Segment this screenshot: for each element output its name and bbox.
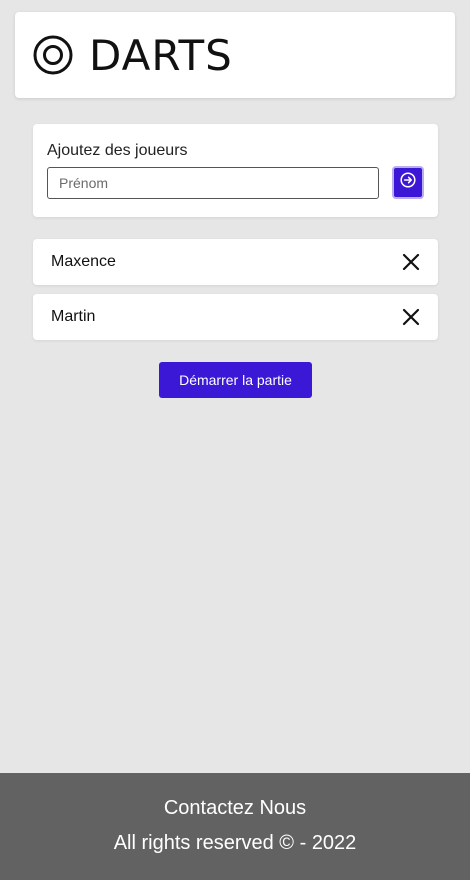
target-icon <box>33 35 73 75</box>
app-header: DARTS <box>15 12 455 98</box>
player-row: Martin <box>33 294 438 340</box>
player-name: Martin <box>51 308 96 325</box>
app-title: DARTS <box>89 30 233 80</box>
add-player-button[interactable] <box>392 166 424 199</box>
start-game-button[interactable]: Démarrer la partie <box>159 362 312 398</box>
close-icon[interactable] <box>400 251 422 273</box>
close-icon[interactable] <box>400 306 422 328</box>
add-player-card: Ajoutez des joueurs <box>33 124 438 217</box>
player-name: Maxence <box>51 253 116 270</box>
add-player-label: Ajoutez des joueurs <box>47 142 188 159</box>
arrow-right-circle-icon <box>400 172 416 193</box>
footer: Contactez Nous All rights reserved © - 2… <box>0 773 470 880</box>
first-name-input[interactable] <box>47 167 379 199</box>
player-row: Maxence <box>33 239 438 285</box>
page: DARTS Ajoutez des joueurs Maxence Martin <box>0 0 470 880</box>
contact-link[interactable]: Contactez Nous <box>0 797 470 820</box>
copyright-text: All rights reserved © - 2022 <box>113 832 357 854</box>
